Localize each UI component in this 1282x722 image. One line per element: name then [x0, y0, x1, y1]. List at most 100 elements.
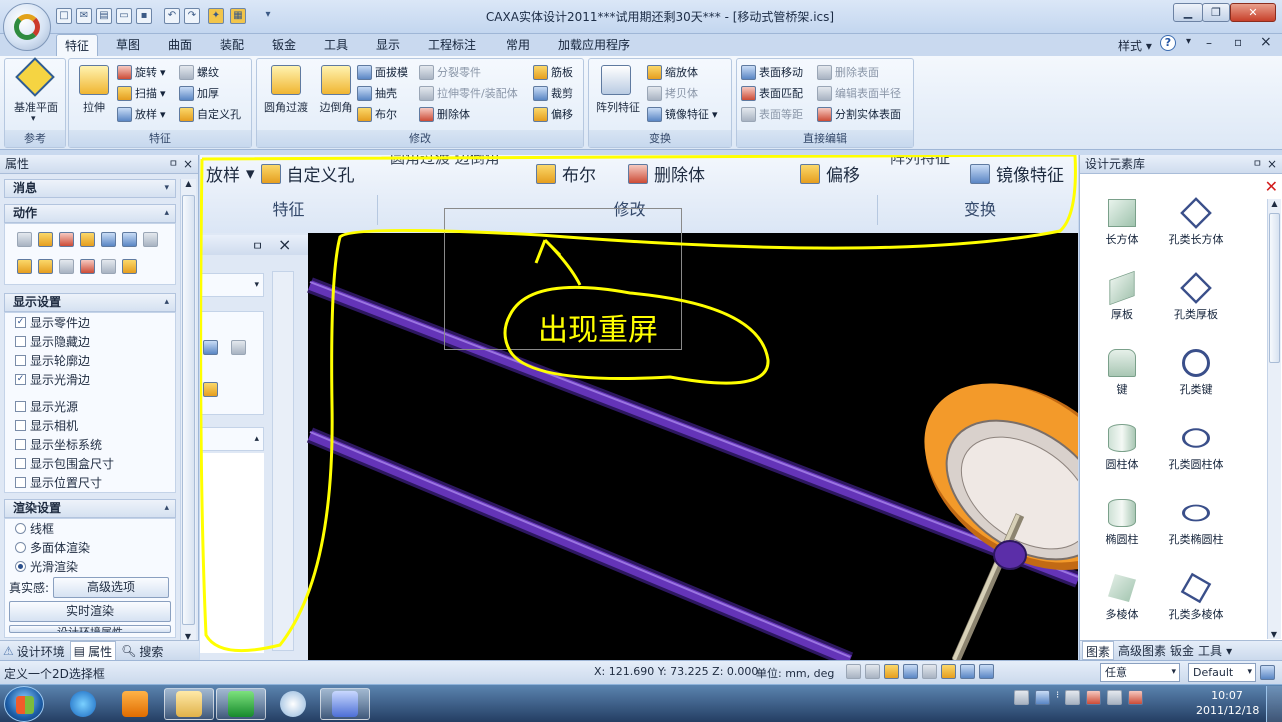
- radio-button[interactable]: [15, 561, 26, 572]
- face-match-button[interactable]: 表面匹配: [741, 84, 803, 102]
- radio-button[interactable]: [15, 523, 26, 534]
- library-element[interactable]: 圆柱体: [1082, 424, 1162, 472]
- tray-signal-icon[interactable]: [1107, 690, 1123, 705]
- list-icon[interactable]: [17, 232, 32, 247]
- assembly-icon[interactable]: [80, 259, 95, 274]
- link-icon[interactable]: [38, 259, 53, 274]
- mail-icon[interactable]: ✉: [76, 8, 92, 24]
- library-scrollbar[interactable]: ▲ ▼: [1267, 199, 1281, 639]
- tray-volume-icon[interactable]: [1128, 690, 1144, 705]
- tab-feature[interactable]: 特征: [56, 34, 99, 56]
- pin-icon[interactable]: ㅁ: [169, 155, 178, 174]
- extrude-small-icon[interactable]: [38, 232, 53, 247]
- display-filter-icon[interactable]: [979, 664, 994, 679]
- library-element[interactable]: 多棱体: [1082, 574, 1162, 622]
- tab-tools[interactable]: 工具: [316, 34, 356, 56]
- start-button[interactable]: [4, 686, 44, 722]
- doc-restore-button[interactable]: ▫: [1234, 35, 1242, 49]
- taskbar-explorer[interactable]: [164, 688, 214, 720]
- sweep-small-icon[interactable]: [80, 232, 95, 247]
- copy-body-button[interactable]: 拷贝体: [647, 84, 698, 102]
- library-element[interactable]: 孔类椭圆柱: [1156, 499, 1236, 547]
- revolve-small-icon[interactable]: [59, 232, 74, 247]
- help-icon[interactable]: ?: [1160, 35, 1176, 51]
- checkbox[interactable]: [15, 477, 26, 488]
- display-option[interactable]: 显示相机: [5, 416, 175, 435]
- advanced-options-button[interactable]: 高级选项: [53, 576, 170, 598]
- close-button[interactable]: ✕: [1230, 3, 1276, 22]
- minimize-button[interactable]: ▁: [1173, 3, 1203, 22]
- render-option[interactable]: 线框: [5, 519, 175, 538]
- doc-close-button[interactable]: ×: [1260, 34, 1272, 50]
- revolve-button[interactable]: 旋转 ▾: [117, 63, 166, 81]
- zoom-dropdown-icon[interactable]: [865, 664, 880, 679]
- tab-annotation[interactable]: 工程标注: [420, 34, 484, 56]
- tray-more-icon[interactable]: ⁝: [1056, 690, 1059, 705]
- undo-icon[interactable]: ↶: [164, 8, 180, 24]
- show-desktop-button[interactable]: [1266, 686, 1282, 722]
- library-element[interactable]: 孔类键: [1156, 349, 1236, 397]
- image-icon[interactable]: [143, 232, 158, 247]
- stretch-part-button[interactable]: 拉伸零件/装配体: [419, 84, 518, 102]
- tray-help-icon[interactable]: [1035, 690, 1050, 705]
- checkbox[interactable]: ✓: [15, 374, 26, 385]
- 3d-viewport[interactable]: 放样 ▾ 自定义孔 特征 圆角过渡 边倒角 布尔 删除体 偏移 修改 阵列特征 …: [200, 155, 1078, 660]
- thicken-button[interactable]: 加厚: [179, 84, 219, 102]
- help-dropdown-icon[interactable]: ▾: [1186, 36, 1191, 47]
- chamfer-button[interactable]: 边倒角: [313, 99, 359, 115]
- datum-dropdown-icon[interactable]: ▾: [31, 114, 36, 124]
- axis-icon[interactable]: [101, 259, 116, 274]
- style-menu[interactable]: 样式 ▾: [1118, 37, 1152, 54]
- face-move-button[interactable]: 表面移动: [741, 63, 803, 81]
- clock[interactable]: 10:07 2011/12/18: [1196, 688, 1259, 718]
- block-icon[interactable]: [122, 259, 137, 274]
- camera-icon[interactable]: [922, 664, 937, 679]
- scale-body-button[interactable]: 缩放体: [647, 63, 698, 81]
- library-element[interactable]: 键: [1082, 349, 1162, 397]
- tab-search[interactable]: 🔍︎ 搜索: [118, 641, 166, 661]
- render-option[interactable]: 多面体渲染: [5, 538, 175, 557]
- radio-button[interactable]: [15, 542, 26, 553]
- extrude-button[interactable]: 拉伸: [73, 99, 115, 115]
- library-delete-icon[interactable]: ✕: [1265, 177, 1278, 196]
- section-action[interactable]: 动作 ▴: [4, 204, 176, 223]
- datum-plane-button[interactable]: 基准平面: [7, 99, 65, 115]
- redo-icon[interactable]: ↷: [184, 8, 200, 24]
- trim-button[interactable]: 裁剪: [533, 84, 573, 102]
- library-close-icon[interactable]: ×: [1267, 155, 1277, 174]
- open-icon[interactable]: ▭: [116, 8, 132, 24]
- tab-addins[interactable]: 加载应用程序: [550, 34, 638, 56]
- checkbox[interactable]: ✓: [15, 317, 26, 328]
- library-element[interactable]: 孔类多棱体: [1156, 572, 1236, 622]
- filter-select[interactable]: 任意 ▾: [1100, 663, 1180, 682]
- panel-close-icon[interactable]: ×: [183, 155, 193, 174]
- build-icon[interactable]: ✦: [208, 8, 224, 24]
- tab-assembly[interactable]: 装配: [212, 34, 252, 56]
- section-message[interactable]: 消息 ▾: [4, 179, 176, 198]
- library-element[interactable]: 椭圆柱: [1082, 499, 1162, 547]
- shading-icon[interactable]: [960, 664, 975, 679]
- pattern-button[interactable]: 阵列特征: [591, 99, 645, 115]
- custom-hole-button[interactable]: 自定义孔: [179, 105, 241, 123]
- left-scrollbar[interactable]: ▲ ▼: [180, 179, 196, 641]
- view-cube-icon[interactable]: [884, 664, 899, 679]
- tab-elements[interactable]: 图素: [1082, 641, 1115, 660]
- split-part-button[interactable]: 分裂零件: [419, 63, 481, 81]
- offset-button[interactable]: 偏移: [533, 105, 573, 123]
- restore-button[interactable]: ❐: [1202, 3, 1230, 22]
- cube-icon[interactable]: [17, 259, 32, 274]
- library-element[interactable]: 孔类圆柱体: [1156, 424, 1236, 472]
- thread-button[interactable]: 螺纹: [179, 63, 219, 81]
- taskbar-chart-app[interactable]: [216, 688, 266, 720]
- section-render-settings[interactable]: 渲染设置 ▴: [4, 499, 176, 518]
- checkbox[interactable]: [15, 355, 26, 366]
- face-offset-button[interactable]: 表面等距: [741, 105, 803, 123]
- taskbar-network[interactable]: [268, 688, 318, 720]
- tab-design-environment[interactable]: ⚠ 设计环境: [0, 641, 68, 661]
- loft-button[interactable]: 放样 ▾: [117, 105, 166, 123]
- environment-properties-button[interactable]: 设计环境属性: [9, 625, 171, 633]
- display-option[interactable]: ✓ 显示光滑边: [5, 370, 175, 389]
- checkbox[interactable]: [15, 336, 26, 347]
- tab-sheet-metal[interactable]: 钣金: [1170, 641, 1194, 660]
- edit-radius-button[interactable]: 编辑表面半径: [817, 84, 901, 102]
